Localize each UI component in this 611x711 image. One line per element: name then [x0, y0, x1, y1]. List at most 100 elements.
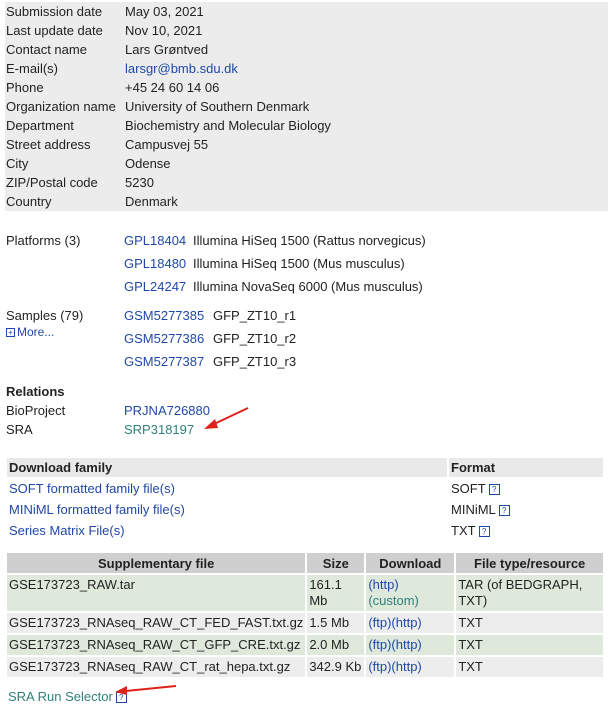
table-row: GSE173723_RAW.tar 161.1 Mb (http) (custom… [7, 575, 603, 611]
annotation-arrow-icon [115, 685, 177, 695]
platforms-section: Platforms (3) GPL18404 Illumina HiSeq 150… [6, 229, 606, 298]
download-family-header: Download family [7, 458, 447, 477]
platforms-label: Platforms (3) [6, 233, 81, 248]
more-samples-toggle[interactable]: + More... [6, 325, 124, 339]
info-key: Phone [6, 80, 44, 95]
format-value: MINiML [451, 502, 496, 517]
info-key: ZIP/Postal code [6, 175, 98, 190]
platform-item: GPL24247 Illumina NovaSeq 6000 (Mus muscu… [124, 275, 426, 298]
sra-run-selector-link[interactable]: SRA Run Selector [8, 689, 113, 704]
info-value: +45 24 60 14 06 [125, 80, 220, 95]
info-value: Odense [125, 156, 171, 171]
platform-link[interactable]: GPL18480 [124, 256, 193, 271]
file-size: 342.9 Kb [307, 657, 365, 677]
supplementary-file-header: Supplementary file [7, 553, 306, 573]
format-value: SOFT [451, 481, 486, 496]
table-header-row: Download family Format [7, 458, 603, 477]
bioproject-link[interactable]: PRJNA726880 [124, 403, 210, 418]
relations-title: Relations [6, 384, 65, 399]
info-key: Last update date [6, 23, 103, 38]
info-value: Biochemistry and Molecular Biology [125, 118, 331, 133]
file-type: TXT [456, 657, 603, 677]
sample-desc: GFP_ZT10_r1 [213, 308, 297, 323]
table-row: GSE173723_RNAseq_RAW_CT_rat_hepa.txt.gz … [7, 657, 603, 677]
contact-info-block: Submission date May 03, 2021 Last update … [5, 2, 608, 211]
file-type: TXT [456, 635, 603, 655]
file-size: 161.1 Mb [307, 575, 365, 611]
size-header: Size [307, 553, 365, 573]
relations-section: Relations BioProject PRJNA726880 SRA SRP31… [6, 382, 606, 439]
info-value: Denmark [125, 194, 178, 209]
miniml-family-link[interactable]: MINiML formatted family file(s) [9, 502, 185, 517]
info-key: Street address [6, 137, 91, 152]
ftp-http-download-link[interactable]: (ftp)(http) [368, 615, 421, 630]
info-value: 5230 [125, 175, 154, 190]
info-value: University of Southern Denmark [125, 99, 310, 114]
email-link[interactable]: larsgr@bmb.sdu.dk [125, 61, 608, 76]
sample-item: GSM5277387 GFP_ZT10_r3 [124, 350, 296, 373]
info-key: Contact name [6, 42, 87, 57]
file-name: GSE173723_RNAseq_RAW_CT_FED_FAST.txt.gz [7, 613, 306, 633]
info-key: Department [6, 118, 74, 133]
http-download-link[interactable]: (http) [368, 577, 398, 592]
info-key: Submission date [6, 4, 103, 19]
info-row: Submission date May 03, 2021 [5, 2, 608, 21]
file-type-header: File type/resource [456, 553, 603, 573]
info-row: Country Denmark [5, 192, 608, 211]
info-row: ZIP/Postal code 5230 [5, 173, 608, 192]
platform-link[interactable]: GPL18404 [124, 233, 193, 248]
help-icon[interactable]: ? [488, 484, 500, 496]
file-name: GSE173723_RNAseq_RAW_CT_rat_hepa.txt.gz [7, 657, 306, 677]
sample-link[interactable]: GSM5277385 [124, 308, 213, 323]
ftp-http-download-link[interactable]: (ftp)(http) [368, 637, 421, 652]
sample-link[interactable]: GSM5277386 [124, 331, 213, 346]
file-name: GSE173723_RAW.tar [7, 575, 306, 611]
sample-link[interactable]: GSM5277387 [124, 354, 213, 369]
info-row: City Odense [5, 154, 608, 173]
info-row: Phone +45 24 60 14 06 [5, 78, 608, 97]
info-row: Organization name University of Southern … [5, 97, 608, 116]
table-row: GSE173723_RNAseq_RAW_CT_GFP_CRE.txt.gz 2… [7, 635, 603, 655]
table-row: Series Matrix File(s) TXT? [7, 521, 603, 540]
download-header: Download [366, 553, 455, 573]
info-row: Contact name Lars Grøntved [5, 40, 608, 59]
info-key: E-mail(s) [6, 61, 58, 76]
custom-download-link[interactable]: (custom) [368, 593, 419, 608]
info-value: Nov 10, 2021 [125, 23, 203, 38]
plus-icon: + [6, 327, 15, 337]
sra-label: SRA [6, 422, 33, 437]
platform-desc: Illumina HiSeq 1500 (Mus musculus) [193, 256, 405, 271]
soft-family-link[interactable]: SOFT formatted family file(s) [9, 481, 175, 496]
info-row: Street address Campusvej 55 [5, 135, 608, 154]
help-icon[interactable]: ? [498, 505, 510, 517]
file-type: TAR (of BEDGRAPH, TXT) [456, 575, 603, 611]
more-label: More... [17, 325, 55, 339]
sra-run-selector-row: SRA Run Selector? [8, 689, 127, 704]
info-key: Country [6, 194, 52, 209]
ftp-http-download-link[interactable]: (ftp)(http) [368, 659, 421, 674]
platform-desc: Illumina NovaSeq 6000 (Mus musculus) [193, 279, 423, 294]
sra-link[interactable]: SRP318197 [124, 422, 194, 437]
platform-item: GPL18404 Illumina HiSeq 1500 (Rattus norv… [124, 229, 426, 252]
info-row: Last update date Nov 10, 2021 [5, 21, 608, 40]
platform-item: GPL18480 Illumina HiSeq 1500 (Mus musculu… [124, 252, 426, 275]
table-row: GSE173723_RNAseq_RAW_CT_FED_FAST.txt.gz … [7, 613, 603, 633]
info-key: City [6, 156, 29, 171]
bioproject-label: BioProject [6, 403, 66, 418]
info-value: Lars Grøntved [125, 42, 209, 57]
platform-desc: Illumina HiSeq 1500 (Rattus norvegicus) [193, 233, 426, 248]
sample-item: GSM5277386 GFP_ZT10_r2 [124, 327, 296, 350]
samples-label: Samples (79) [6, 308, 84, 323]
help-icon[interactable]: ? [478, 526, 490, 538]
file-type: TXT [456, 613, 603, 633]
sample-desc: GFP_ZT10_r2 [213, 331, 297, 346]
series-matrix-link[interactable]: Series Matrix File(s) [9, 523, 125, 538]
format-header: Format [449, 458, 603, 477]
platform-link[interactable]: GPL24247 [124, 279, 193, 294]
sample-item: GSM5277385 GFP_ZT10_r1 [124, 304, 296, 327]
table-row: SOFT formatted family file(s) SOFT? [7, 479, 603, 498]
table-header-row: Supplementary file Size Download File ty… [7, 553, 603, 573]
format-value: TXT [451, 523, 476, 538]
info-value: May 03, 2021 [125, 4, 204, 19]
info-key: Organization name [6, 99, 116, 114]
